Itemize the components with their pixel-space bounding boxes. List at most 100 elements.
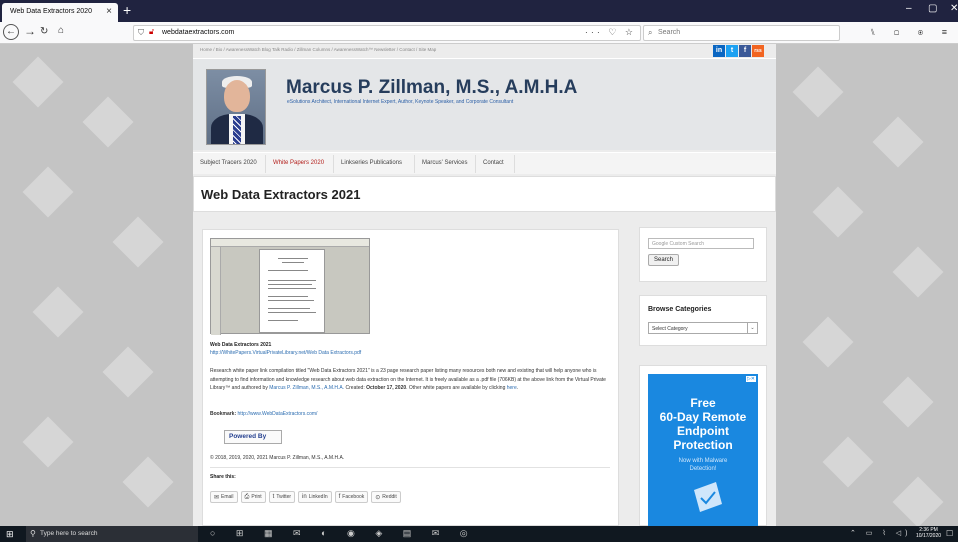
ad-sub-1: Now with Malware — [678, 458, 728, 464]
windows-start-icon[interactable]: ⊞ — [6, 529, 14, 540]
share-print-label: Print — [251, 494, 262, 500]
share-title: Share this: — [210, 474, 236, 480]
created-date: October 17, 2020 — [366, 385, 407, 391]
share-facebook-label: Facebook — [342, 494, 365, 500]
share-reddit-label: Reddit — [382, 494, 397, 500]
categories-title: Browse Categories — [648, 306, 712, 313]
notifications-icon[interactable]: ☐ — [946, 529, 953, 538]
twitter-icon[interactable]: t — [726, 45, 738, 57]
search-icon: ⌕ — [648, 28, 653, 37]
site-container: Home / Bio / AwarenessWatch Blog Talk Ra… — [193, 44, 776, 526]
more-papers-text: . Other white papers are available by cl… — [406, 385, 507, 391]
reddit-icon: ⊙ — [375, 494, 381, 501]
facebook-icon[interactable]: f — [739, 45, 751, 57]
linkedin-icon[interactable]: in — [713, 45, 725, 57]
nav-linkseries[interactable]: Linkseries Publications — [341, 160, 402, 166]
clock-date: 10/17/2020 — [916, 533, 942, 539]
ad-widget: ▷✕ Free 60-Day Remote Endpoint Protectio… — [639, 365, 767, 526]
insecure-lock-icon[interactable]: 🔓︎ — [149, 27, 154, 37]
doc-link[interactable]: http://WhitePapers.VirtualPrivateLibrary… — [210, 350, 361, 356]
document-thumbnail[interactable] — [210, 238, 370, 335]
ad-sub-2: Detection! — [689, 466, 717, 472]
nav-subject-tracers[interactable]: Subject Tracers 2020 — [200, 160, 257, 166]
share-buttons: ✉ Email ⎙ Print t Twitter in LinkedIn f Faceb… — [210, 491, 401, 503]
print-icon: ⎙ — [244, 493, 250, 500]
tab-close-icon[interactable]: × — [106, 6, 112, 17]
address-bar[interactable]: ⛉ 🔓︎ webdataextractors.com ··· ♡ ☆ — [133, 25, 641, 41]
browser-titlebar: Web Data Extractors 2020 × + – ▢ ✕ — [0, 0, 958, 22]
search-widget: Google Custom Search Search — [639, 227, 767, 282]
browser-tab[interactable]: Web Data Extractors 2020 × — [2, 3, 118, 22]
share-reddit-button[interactable]: ⊙ Reddit — [371, 491, 401, 503]
site-title[interactable]: Marcus P. Zillman, M.S., A.M.H.A — [286, 77, 577, 99]
google-search-input[interactable]: Google Custom Search — [648, 238, 754, 249]
browser-search-bar[interactable]: ⌕ Search — [643, 25, 840, 41]
url-text[interactable]: webdataextractors.com — [162, 29, 234, 36]
share-email-button[interactable]: ✉ Email — [210, 491, 238, 503]
facebook-icon: f — [338, 494, 341, 500]
page-title-bar: Web Data Extractors 2021 — [193, 176, 776, 212]
description-paragraph: Research white paper link compilation ti… — [210, 368, 606, 391]
copyright: © 2018, 2019, 2020, 2021 Marcus P. Zillm… — [210, 455, 345, 461]
new-tab-button[interactable]: + — [123, 2, 131, 18]
email-icon: ✉ — [214, 494, 220, 501]
bookmark-link[interactable]: http://www.WebDataExtractors.com/ — [238, 411, 318, 417]
site-header: Marcus P. Zillman, M.S., A.M.H.A eSoluti… — [193, 58, 776, 150]
ad-line-1: Free — [690, 396, 716, 410]
advertisement[interactable]: ▷✕ Free 60-Day Remote Endpoint Protectio… — [648, 374, 758, 526]
maximize-button[interactable]: ▢ — [928, 3, 937, 14]
share-print-button[interactable]: ⎙ Print — [240, 491, 266, 503]
main-content: Web Data Extractors 2021 http://WhitePap… — [202, 229, 619, 526]
ad-line-2: 60-Day Remote — [659, 410, 747, 424]
page-actions-icons[interactable]: ··· ♡ ☆ — [585, 27, 636, 38]
forward-button[interactable]: → — [24, 24, 36, 38]
home-icon[interactable]: ⌂ — [58, 25, 64, 36]
bookmark-row: Bookmark: http://www.WebDataExtractors.c… — [210, 411, 317, 417]
author-photo — [206, 69, 266, 145]
share-facebook-button[interactable]: f Facebook — [334, 491, 369, 503]
search-placeholder: Search — [658, 29, 681, 36]
category-selected: Select Category — [652, 326, 688, 332]
minimize-button[interactable]: – — [906, 3, 912, 14]
toolbar-icons[interactable]: ⑊ ▢ ◉ ≡ — [870, 27, 955, 37]
ad-line-3: Endpoint — [677, 424, 729, 438]
category-select[interactable]: Select Category ⌄ — [648, 322, 758, 334]
share-twitter-label: Twitter — [276, 494, 292, 500]
search-icon: ⚲ — [30, 529, 36, 538]
share-email-label: Email — [221, 494, 234, 500]
here-link[interactable]: here — [507, 385, 517, 391]
site-tagline: eSolutions Architect, International Inte… — [287, 99, 514, 105]
share-linkedin-button[interactable]: in LinkedIn — [298, 491, 332, 503]
nav-services[interactable]: Marcus' Services — [422, 160, 468, 166]
browser-navbar: ← → ↻ ⌂ ⛉ 🔓︎ webdataextractors.com ··· ♡… — [0, 22, 958, 44]
system-tray-icons[interactable]: ⌃ ▭ ⌇ ◁) — [850, 529, 911, 537]
nav-white-papers[interactable]: White Papers 2020 — [273, 160, 324, 166]
share-twitter-button[interactable]: t Twitter — [268, 491, 296, 503]
taskbar-search[interactable]: ⚲ Type here to search — [26, 526, 198, 542]
taskbar-search-text: Type here to search — [40, 530, 98, 537]
taskbar-clock[interactable]: 2:36 PM 10/17/2020 — [916, 527, 941, 539]
powered-by-text: Powered By — [229, 433, 267, 440]
rss-icon[interactable]: rss — [752, 45, 764, 57]
bookmark-label: Bookmark: — [210, 411, 237, 417]
taskbar-app-icons[interactable]: ○ ⊞ ▦ ✉ ◐ ◉ ◈ ▤ ✉ ◎ — [210, 528, 477, 539]
chevron-down-icon: ⌄ — [747, 323, 757, 333]
google-search-button[interactable]: Search — [648, 254, 679, 266]
tab-title: Web Data Extractors 2020 — [10, 8, 92, 15]
nav-contact[interactable]: Contact — [483, 160, 504, 166]
ad-line-4: Protection — [673, 438, 733, 452]
powered-by-badge[interactable]: Powered By — [224, 430, 282, 444]
doc-title: Web Data Extractors 2021 — [210, 342, 272, 348]
shield-check-icon — [694, 482, 722, 512]
twitter-icon: t — [272, 494, 275, 500]
reload-button[interactable]: ↻ — [40, 26, 48, 37]
back-button[interactable]: ← — [3, 24, 19, 40]
close-window-button[interactable]: ✕ — [950, 3, 958, 14]
share-linkedin-label: LinkedIn — [308, 494, 328, 500]
created-label: Created: — [344, 385, 367, 391]
top-nav-links[interactable]: Home / Bio / AwarenessWatch Blog Talk Ra… — [200, 47, 436, 52]
author-link[interactable]: Marcus P. Zillman, M.S., A.M.H.A. — [269, 385, 344, 391]
shield-icon[interactable]: ⛉ — [138, 28, 144, 38]
adchoices-icon[interactable]: ▷✕ — [745, 376, 756, 382]
windows-taskbar: ⊞ ⚲ Type here to search ○ ⊞ ▦ ✉ ◐ ◉ ◈ ▤ … — [0, 526, 958, 542]
